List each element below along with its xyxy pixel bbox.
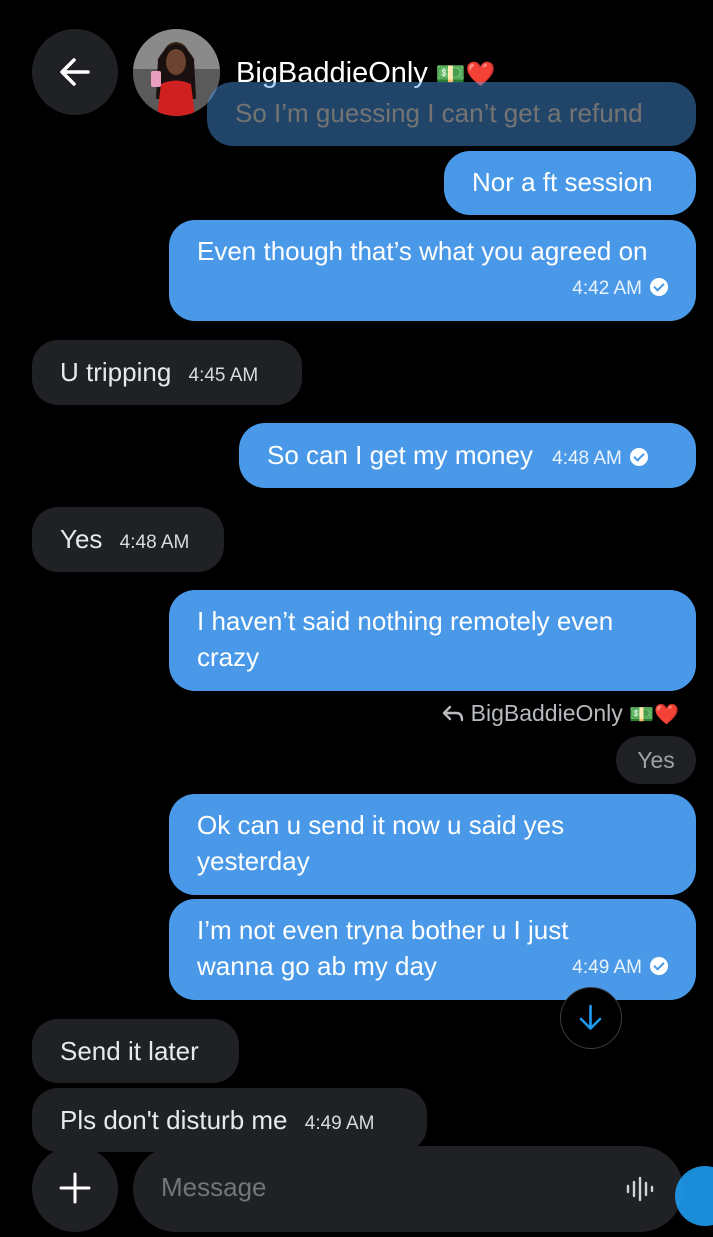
message-bubble-outgoing[interactable]: I’m not even tryna bother u I just wanna… bbox=[169, 899, 696, 1000]
add-attachment-button[interactable] bbox=[32, 1146, 118, 1232]
quoted-message[interactable]: Yes bbox=[616, 736, 696, 784]
reply-arrow-icon bbox=[442, 705, 463, 722]
message-text: I haven’t said nothing remotely even cra… bbox=[197, 606, 614, 672]
message-text: Even though that’s what you agreed on bbox=[197, 236, 648, 266]
message-text: Yes bbox=[60, 524, 103, 554]
message-bubble-outgoing[interactable]: I haven’t said nothing remotely even cra… bbox=[169, 590, 696, 691]
reply-to-name: BigBaddieOnly bbox=[470, 700, 623, 726]
message-meta: 4:42 AM bbox=[572, 267, 668, 307]
seen-check-icon bbox=[650, 278, 668, 296]
message-text: Send it later bbox=[60, 1036, 199, 1066]
message-time: 4:49 AM bbox=[304, 1113, 375, 1134]
message-text: I’m not even tryna bother u I just wanna… bbox=[197, 915, 569, 981]
message-time: 4:48 AM bbox=[552, 448, 622, 469]
message-time: 4:49 AM bbox=[572, 957, 642, 978]
message-text: So I’m guessing I can’t get a refund bbox=[235, 98, 643, 128]
message-bubble-outgoing[interactable]: Nor a ft session bbox=[444, 151, 696, 215]
message-input-placeholder: Message bbox=[161, 1172, 267, 1202]
message-time: 4:42 AM bbox=[572, 278, 642, 299]
message-text: Nor a ft session bbox=[472, 167, 653, 197]
arrow-down-icon bbox=[579, 1004, 602, 1030]
message-text: So can I get my money bbox=[267, 440, 533, 470]
message-bubble-incoming[interactable]: Pls don't disturb me 4:49 AM bbox=[32, 1088, 427, 1152]
message-bubble-outgoing[interactable]: Even though that’s what you agreed on 4:… bbox=[169, 220, 696, 321]
message-text: Ok can u send it now u said yes yesterda… bbox=[197, 810, 565, 876]
message-text: U tripping bbox=[60, 357, 172, 387]
scroll-to-bottom-button[interactable] bbox=[560, 987, 622, 1049]
message-bubble-outgoing[interactable]: So can I get my money 4:48 AM bbox=[239, 423, 696, 488]
message-bubble-incoming[interactable]: U tripping 4:45 AM bbox=[32, 340, 302, 405]
message-text: Pls don't disturb me bbox=[60, 1105, 288, 1135]
message-bubble-outgoing[interactable]: Ok can u send it now u said yes yesterda… bbox=[169, 794, 696, 895]
message-input[interactable]: Message bbox=[133, 1146, 683, 1232]
reply-to-emojis: 💵❤️ bbox=[629, 704, 679, 726]
plus-icon bbox=[59, 1172, 91, 1204]
back-button[interactable] bbox=[32, 29, 118, 115]
message-bubble-incoming[interactable]: Send it later bbox=[32, 1019, 239, 1083]
reply-context[interactable]: BigBaddieOnly 💵❤️ bbox=[441, 698, 679, 730]
quoted-text: Yes bbox=[637, 747, 675, 773]
seen-check-icon bbox=[629, 448, 648, 466]
waveform-icon[interactable] bbox=[625, 1176, 655, 1202]
message-time: 4:48 AM bbox=[119, 532, 190, 553]
seen-check-icon bbox=[650, 957, 668, 975]
arrow-left-icon bbox=[60, 58, 90, 86]
message-meta: 4:49 AM bbox=[572, 946, 668, 986]
message-bubble-outgoing[interactable]: So I’m guessing I can’t get a refund bbox=[207, 82, 696, 146]
message-time: 4:45 AM bbox=[188, 365, 259, 386]
message-bubble-incoming[interactable]: Yes 4:48 AM bbox=[32, 507, 224, 572]
